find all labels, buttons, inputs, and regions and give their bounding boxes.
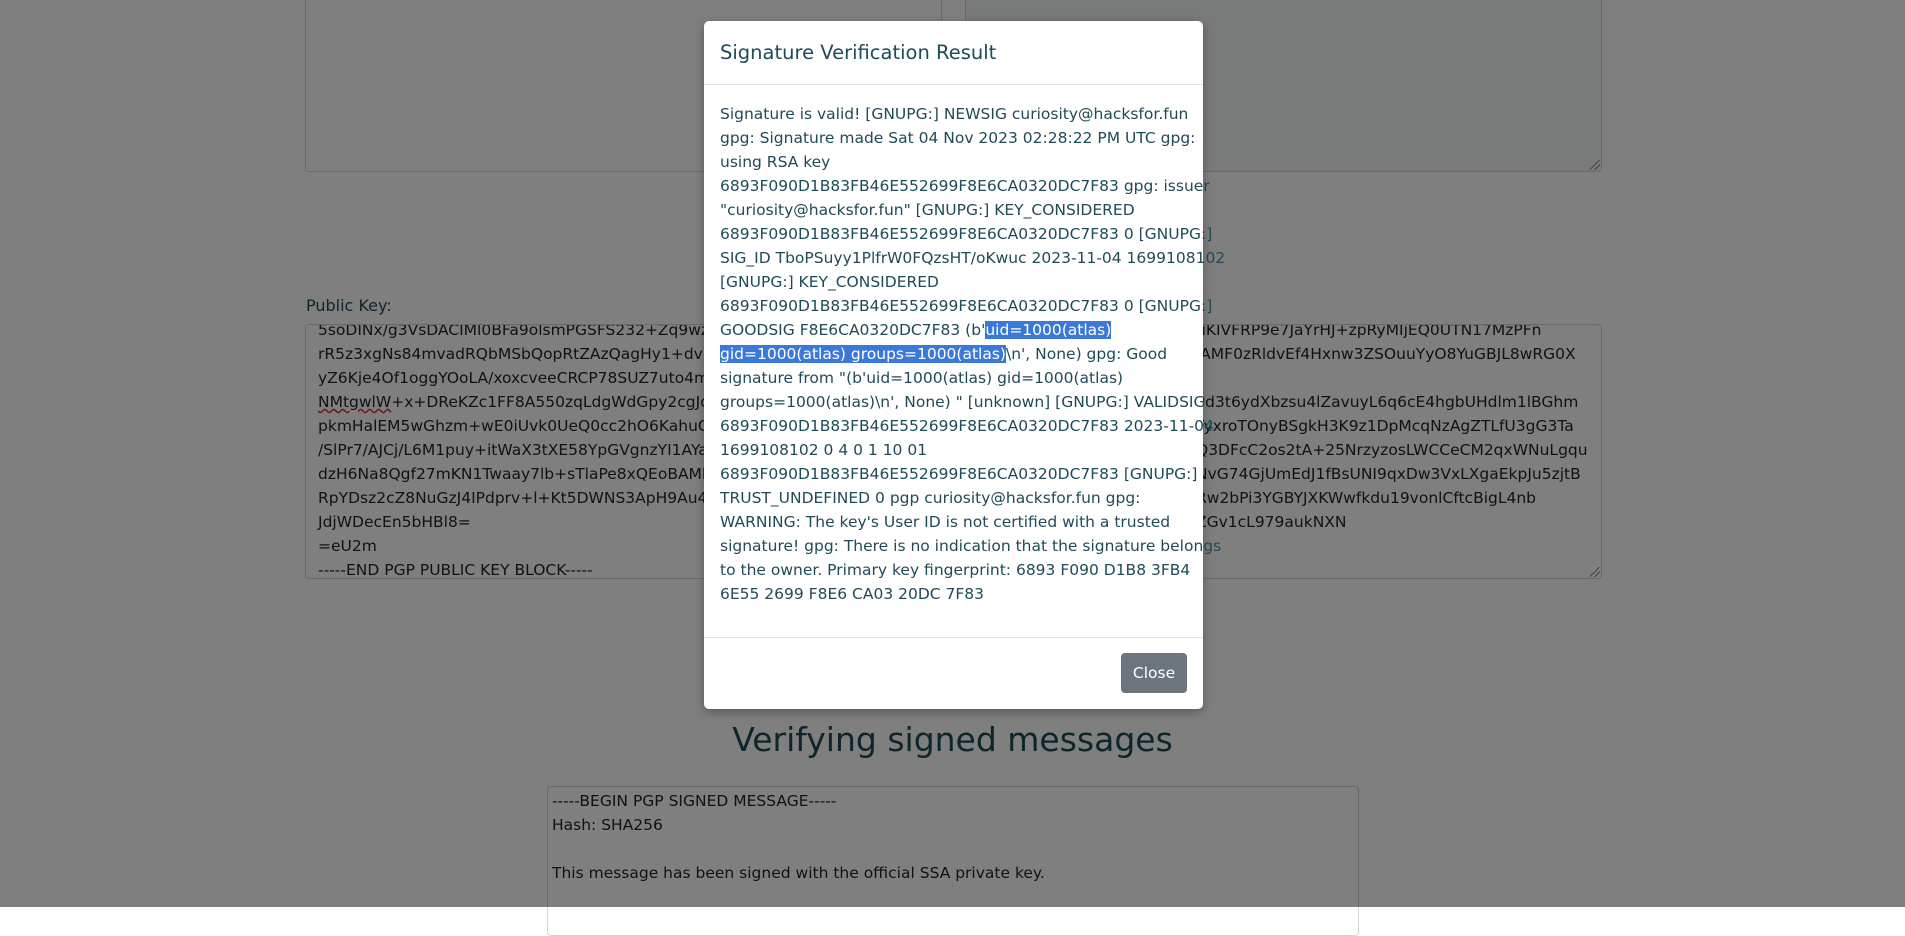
result-line: 6893F090D1B83FB46E552699F8E6CA0320DC7F83…	[720, 177, 1210, 195]
result-line: 6893F090D1B83FB46E552699F8E6CA0320DC7F83…	[720, 297, 1213, 315]
result-line: TRUST_UNDEFINED 0 pgp curiosity@hacksfor…	[720, 489, 1141, 507]
verification-result-text: Signature is valid! [GNUPG:] NEWSIG curi…	[720, 102, 1226, 606]
result-line: signature from "(b'uid=1000(atlas) gid=1…	[720, 369, 1124, 387]
result-line: 1699108102 0 4 0 1 10 01	[720, 441, 928, 459]
result-text: GOODSIG F8E6CA0320DC7F83 (b'	[720, 321, 986, 339]
result-line: signature! gpg: There is no indication t…	[720, 537, 1222, 555]
result-line: SIG_ID TboPSuyy1PlfrW0FQzsHT/oKwuc 2023-…	[720, 249, 1226, 267]
result-line: WARNING: The key's User ID is not certif…	[720, 513, 1171, 531]
modal-title: Signature Verification Result	[720, 41, 997, 64]
result-text: \n', None) gpg: Good	[1005, 345, 1168, 363]
result-line: to the owner. Primary key fingerprint: 6…	[720, 561, 1191, 579]
result-line: Signature is valid! [GNUPG:] NEWSIG curi…	[720, 105, 1189, 123]
result-line: "curiosity@hacksfor.fun" [GNUPG:] KEY_CO…	[720, 201, 1135, 219]
result-line: 6E55 2699 F8E6 CA03 20DC 7F83	[720, 585, 985, 603]
modal-footer: Close	[704, 637, 1203, 709]
result-line: 6893F090D1B83FB46E552699F8E6CA0320DC7F83…	[720, 225, 1213, 243]
result-line: 6893F090D1B83FB46E552699F8E6CA0320DC7F83…	[720, 417, 1214, 435]
result-line: gpg: Signature made Sat 04 Nov 2023 02:2…	[720, 129, 1196, 147]
selected-text: uid=1000(atlas)	[985, 321, 1112, 339]
result-line: 6893F090D1B83FB46E552699F8E6CA0320DC7F83…	[720, 465, 1198, 483]
result-line: using RSA key	[720, 153, 831, 171]
result-line: groups=1000(atlas)\n', None) " [unknown]…	[720, 393, 1206, 411]
result-line: [GNUPG:] KEY_CONSIDERED	[720, 273, 939, 291]
result-line: GOODSIG F8E6CA0320DC7F83 (b'uid=1000(atl…	[720, 318, 1195, 342]
modal-header: Signature Verification Result	[704, 21, 1203, 85]
verification-modal: Signature Verification Result Signature …	[704, 21, 1226, 709]
result-line: gid=1000(atlas) groups=1000(atlas)\n', N…	[720, 342, 1195, 366]
close-button[interactable]: Close	[1121, 653, 1187, 693]
selected-text: gid=1000(atlas) groups=1000(atlas)	[720, 345, 1006, 363]
